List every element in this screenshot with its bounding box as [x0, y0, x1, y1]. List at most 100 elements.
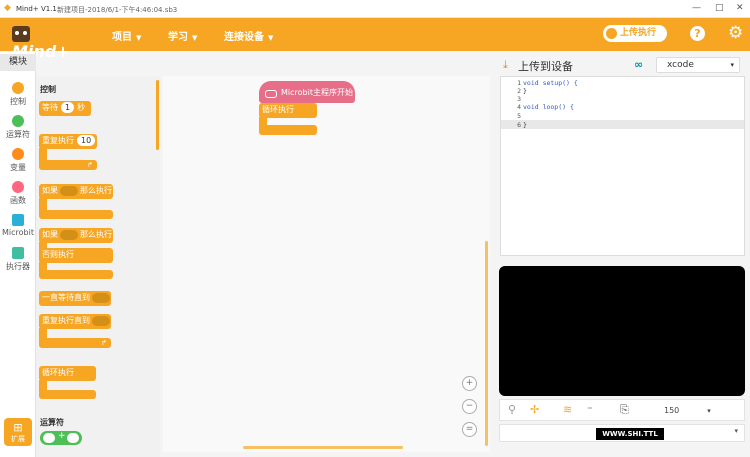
chevron-down-icon: ▼ — [136, 34, 142, 42]
line-number: 4 — [517, 103, 521, 111]
block-loop[interactable]: 循环执行 — [259, 103, 317, 118]
upload-toggle-label: 上传执行 — [620, 28, 657, 38]
category-variables[interactable]: 变量 — [0, 148, 36, 173]
usb-icon[interactable]: ⚲ — [508, 403, 516, 416]
block-input[interactable]: 1 — [61, 102, 75, 113]
block-else-foot — [39, 270, 113, 279]
category-operators[interactable]: 运算符 — [0, 115, 36, 140]
condition-slot[interactable] — [92, 315, 110, 326]
baud-rate-select[interactable]: 150 ▾ — [660, 403, 740, 418]
maximize-button[interactable]: □ — [715, 3, 724, 13]
plus-operator: + — [58, 431, 66, 441]
operators-dot-icon — [12, 115, 24, 127]
condition-slot[interactable] — [92, 292, 110, 303]
category-microbit[interactable]: Microbit — [0, 214, 36, 237]
category-functions[interactable]: 函数 — [0, 181, 36, 206]
board-select[interactable]: xcode ▾ — [656, 57, 740, 73]
extension-button[interactable]: ⊞ 扩展 — [4, 418, 32, 446]
app-icon: ◆ — [4, 3, 11, 13]
block-if-then[interactable]: 如果 那么执行 — [39, 184, 113, 199]
block-repeat[interactable]: 重复执行 10 — [39, 134, 97, 149]
line-number: 2 — [517, 87, 521, 95]
category-label: Microbit — [2, 228, 34, 237]
serial-monitor[interactable] — [499, 266, 745, 396]
section-operators-title: 运算符 — [40, 418, 64, 427]
variables-dot-icon — [12, 148, 24, 160]
arduino-icon: ∞ — [634, 58, 644, 71]
category-actuators[interactable]: 执行器 — [0, 247, 36, 272]
code-line: } — [523, 121, 527, 129]
line-number: 5 — [517, 112, 521, 120]
menu-project[interactable]: 项目 ▼ — [112, 28, 141, 43]
mind-plus-logo: Mind+ — [12, 23, 88, 61]
block-text: 一直等待直到 — [42, 293, 90, 302]
condition-slot[interactable] — [60, 229, 78, 240]
chevron-down-icon[interactable]: ▾ — [734, 427, 738, 435]
block-wait-until[interactable]: 一直等待直到 — [39, 291, 111, 306]
upload-icon: ⤓ — [503, 58, 508, 71]
hex-mode-icon[interactable]: ⁼ — [587, 403, 593, 416]
app-title: Mind+ V1.1 — [16, 5, 57, 13]
operand-slot[interactable] — [43, 433, 55, 443]
scroll-lock-icon[interactable]: ✢ — [530, 403, 539, 416]
code-editor[interactable]: 1 void setup() { 2 } 3 4 void loop() { 5… — [500, 76, 745, 256]
block-input[interactable]: 10 — [77, 135, 96, 146]
zoom-out-button[interactable]: − — [462, 399, 477, 414]
category-control[interactable]: 控制 — [0, 82, 36, 107]
block-else: 否则执行 — [39, 248, 113, 263]
functions-dot-icon — [12, 181, 24, 193]
block-add[interactable]: + — [40, 431, 82, 445]
zoom-in-button[interactable]: + — [462, 376, 477, 391]
chevron-down-icon: ▼ — [192, 34, 198, 42]
actuator-icon — [12, 247, 24, 259]
category-label: 函数 — [10, 196, 26, 205]
serial-input-bar[interactable]: WWW.SHI.TTL ▾ — [499, 424, 745, 442]
block-text: 循环执行 — [42, 368, 74, 377]
chevron-down-icon: ▼ — [268, 34, 274, 42]
condition-slot[interactable] — [60, 185, 78, 196]
close-button[interactable]: ✕ — [736, 3, 744, 13]
toggle-knob — [606, 28, 617, 39]
baud-rate-value: 150 — [664, 406, 680, 415]
extension-icon: ⊞ — [13, 421, 23, 434]
copy-icon[interactable]: ⎘ — [620, 403, 629, 417]
gear-icon[interactable]: ⚙ — [728, 23, 743, 43]
workspace-horizontal-scrollbar[interactable] — [243, 446, 403, 449]
menu-connect-device[interactable]: 连接设备 ▼ — [224, 28, 273, 43]
menu-project-label: 项目 — [112, 32, 132, 43]
upload-execute-toggle[interactable]: 上传执行 — [603, 25, 667, 42]
block-forever[interactable]: 循环执行 — [39, 366, 96, 381]
block-text: 那么执行 — [80, 230, 112, 239]
menu-learn-label: 学习 — [168, 32, 188, 43]
block-wait[interactable]: 等待 1 秒 — [39, 101, 91, 116]
clear-output-icon[interactable]: ≋ — [563, 403, 572, 416]
block-microbit-main[interactable]: Microbit主程序开始 — [259, 81, 355, 103]
minimize-button[interactable]: — — [692, 3, 701, 13]
block-if-else[interactable]: 如果 那么执行 — [39, 228, 113, 243]
help-button[interactable]: ? — [690, 26, 705, 41]
block-repeat-foot: ↱ — [39, 160, 97, 170]
block-text: 秒 — [77, 103, 86, 112]
block-text: 那么执行 — [80, 186, 112, 195]
palette-scrollbar[interactable] — [156, 80, 159, 150]
menu-connect-label: 连接设备 — [224, 32, 264, 43]
workspace-vertical-scrollbar[interactable] — [485, 241, 488, 446]
upload-to-device-title[interactable]: 上传到设备 — [518, 58, 573, 74]
block-repeat-until[interactable]: 重复执行直到 — [39, 314, 111, 329]
block-loop-foot — [259, 125, 317, 135]
zoom-reset-button[interactable]: = — [462, 422, 477, 437]
category-label: 控制 — [10, 97, 26, 106]
block-repeat-until-foot: ↱ — [39, 338, 111, 348]
block-text: 重复执行直到 — [42, 316, 90, 325]
watermark-overlay: WWW.SHI.TTL — [596, 428, 664, 440]
tab-modules[interactable]: 模块 — [0, 54, 36, 71]
menu-learn[interactable]: 学习 ▼ — [168, 28, 197, 43]
script-workspace[interactable]: Microbit主程序开始 循环执行 — [163, 76, 490, 452]
code-line: } — [523, 87, 527, 95]
block-text: 等待 — [42, 103, 58, 112]
section-control-title: 控制 — [40, 85, 56, 94]
operand-slot[interactable] — [67, 433, 79, 443]
line-number: 3 — [517, 95, 521, 103]
block-text: 重复执行 — [42, 136, 74, 145]
line-number: 1 — [517, 79, 521, 87]
